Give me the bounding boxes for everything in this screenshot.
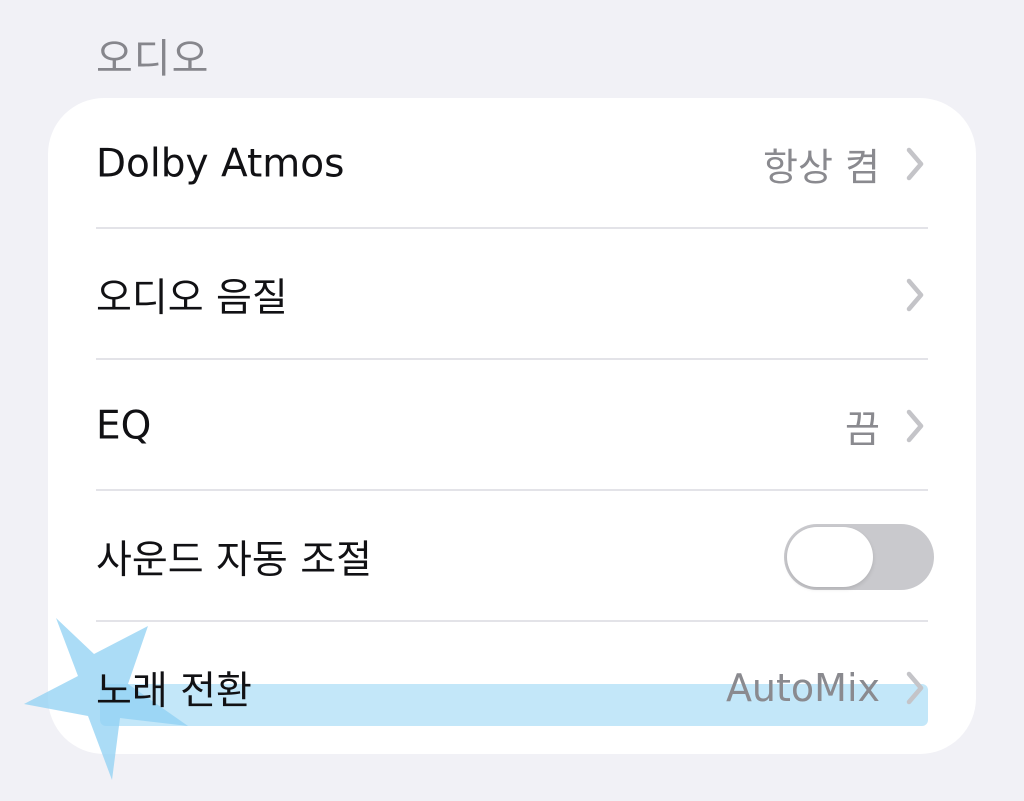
dolby-atmos-row[interactable]: Dolby Atmos 항상 켬 — [48, 98, 976, 229]
crossfade-label: 노래 전환 — [96, 668, 252, 714]
section-header-audio: 오디오 — [96, 36, 210, 82]
eq-value: 끔 — [845, 407, 880, 451]
crossfade-value: AutoMix — [725, 665, 880, 710]
audio-quality-row[interactable]: 오디오 음질 — [48, 229, 976, 360]
audio-quality-label: 오디오 음질 — [96, 275, 288, 321]
toggle-knob — [787, 526, 873, 587]
chevron-right-icon — [900, 277, 928, 313]
chevron-right-icon — [900, 146, 928, 182]
sound-check-row: 사운드 자동 조절 — [48, 491, 976, 622]
eq-row[interactable]: EQ 끔 — [48, 360, 976, 491]
eq-label: EQ — [96, 403, 152, 448]
chevron-right-icon — [900, 408, 928, 444]
sound-check-label: 사운드 자동 조절 — [96, 537, 372, 583]
dolby-atmos-label: Dolby Atmos — [96, 141, 345, 186]
sound-check-toggle[interactable] — [784, 523, 934, 590]
chevron-right-icon — [900, 670, 928, 706]
dolby-atmos-value: 항상 켬 — [763, 145, 880, 189]
